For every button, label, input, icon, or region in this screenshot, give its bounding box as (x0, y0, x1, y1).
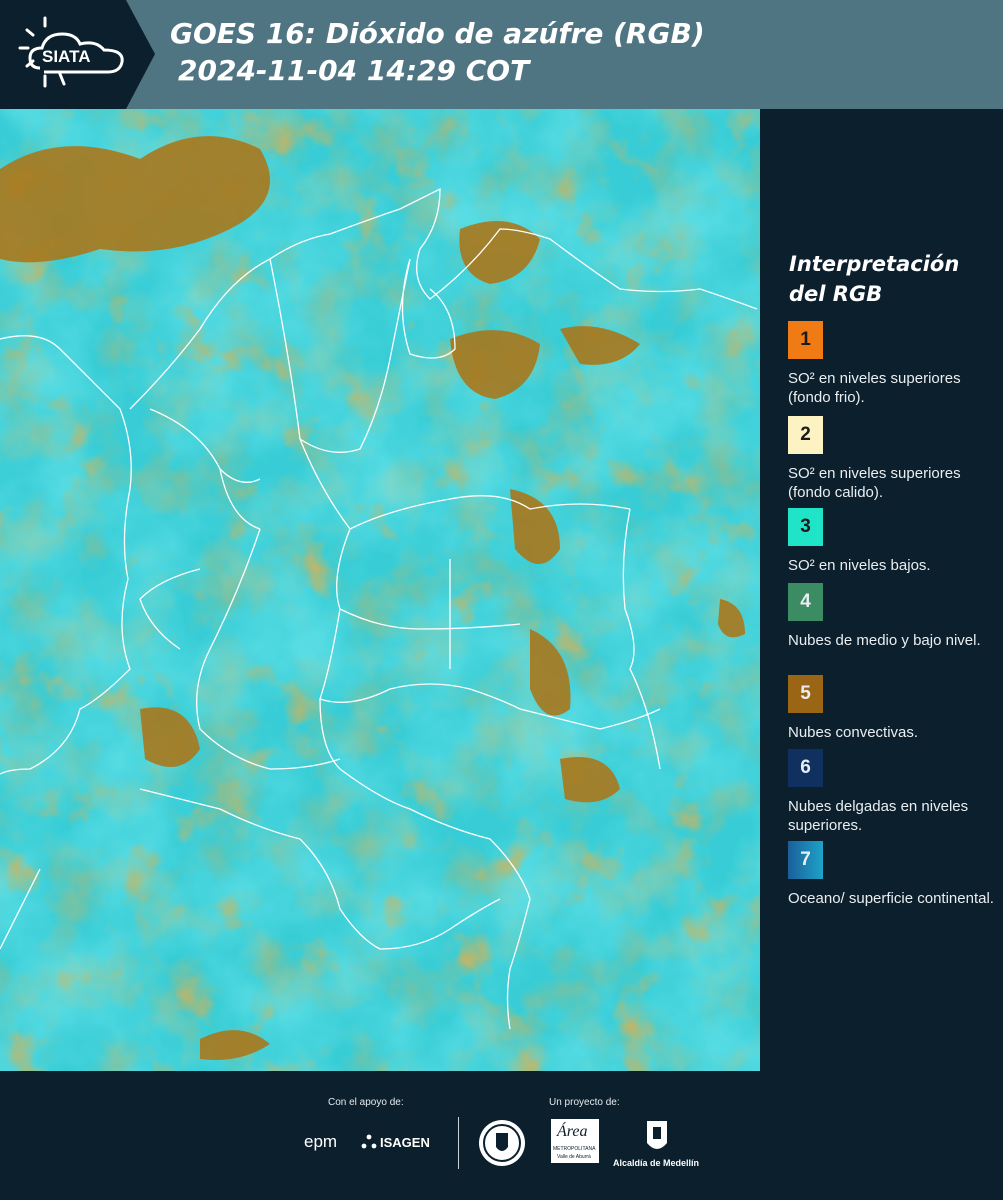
legend-swatch-4: 4 (788, 583, 823, 621)
university-seal-icon[interactable] (478, 1119, 526, 1172)
legend-text-3: SO² en niveles bajos. (788, 557, 931, 574)
header: SIATA GOES 16: Dióxido de azúfre (RGB) 2… (0, 0, 1003, 109)
legend-title: Interpretación del RGB (789, 252, 960, 306)
legend-swatch-7: 7 (788, 841, 823, 879)
support-label: Con el apoyo de: (328, 1097, 404, 1108)
isagen-icon (361, 1134, 377, 1155)
legend-item-2: 2 SO² en niveles superiores (fondo calid… (788, 416, 998, 502)
legend-text-7: Oceano/ superficie continental. (788, 890, 994, 907)
page-title: GOES 16: Dióxido de azúfre (RGB) (170, 17, 705, 50)
area-metro-subcaption: Valle de Aburrá (557, 1154, 591, 1160)
legend-item-5: 5 Nubes convectivas. (788, 675, 998, 742)
logo-text: SIATA (42, 47, 90, 66)
legend-text-2: SO² en niveles superiores (fondo calido)… (788, 465, 961, 501)
alcaldia-shield-icon (645, 1119, 669, 1162)
isagen-logo[interactable]: ISAGEN (380, 1135, 430, 1150)
legend-swatch-1: 1 (788, 321, 823, 359)
area-metro-caption: METROPOLITANA (553, 1146, 596, 1152)
convective-clouds-layer (0, 109, 760, 1071)
legend-text-6: Nubes delgadas en niveles superiores. (788, 798, 969, 834)
legend-item-1: 1 SO² en niveles superiores (fondo frio)… (788, 321, 998, 407)
legend-text-5: Nubes convectivas. (788, 724, 919, 741)
area-metropolitana-logo[interactable]: Área METROPOLITANA Valle de Aburrá (551, 1119, 599, 1163)
legend-swatch-5: 5 (788, 675, 823, 713)
project-label: Un proyecto de: (549, 1097, 620, 1108)
footer-divider (458, 1117, 459, 1169)
area-metro-wordmark: Área (557, 1123, 588, 1140)
satellite-map[interactable] (0, 109, 760, 1071)
legend-swatch-2: 2 (788, 416, 823, 454)
legend: Interpretación del RGB 1 SO² en niveles … (760, 109, 1003, 1071)
siata-logo[interactable]: SIATA (0, 0, 155, 109)
alcaldia-label[interactable]: Alcaldía de Medellín (613, 1158, 699, 1168)
legend-swatch-3: 3 (788, 508, 823, 546)
legend-item-4: 4 Nubes de medio y bajo nivel. (788, 583, 998, 650)
legend-swatch-6: 6 (788, 749, 823, 787)
epm-logo[interactable]: epm (304, 1132, 337, 1152)
legend-text-1: SO² en niveles superiores (fondo frio). (788, 370, 961, 406)
timestamp: 2024-11-04 14:29 COT (178, 54, 530, 87)
legend-item-6: 6 Nubes delgadas en niveles superiores. (788, 749, 998, 835)
legend-text-4: Nubes de medio y bajo nivel. (788, 632, 981, 649)
footer: Con el apoyo de: Un proyecto de: epm ISA… (0, 1071, 1003, 1200)
legend-item-7: 7 Oceano/ superficie continental. (788, 841, 998, 908)
legend-item-3: 3 SO² en niveles bajos. (788, 508, 998, 575)
